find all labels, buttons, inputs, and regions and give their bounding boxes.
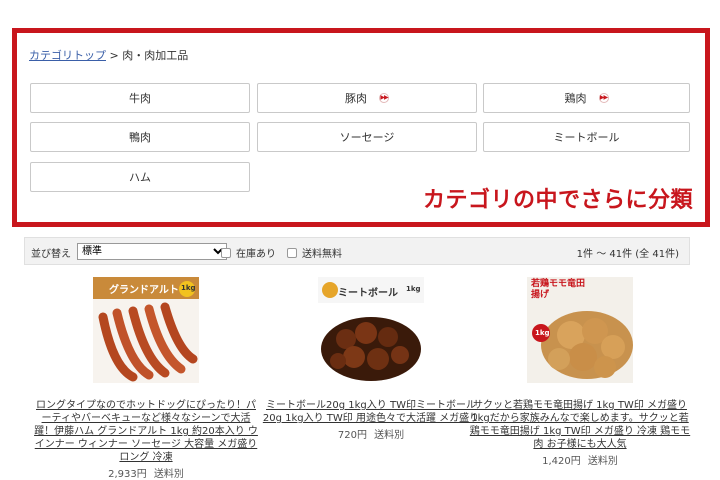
price-line: 1,420円 送料別: [464, 452, 696, 467]
product-card: 若鶏モモ竜田揚げ 1kg サクッと若鶏モモ竜田揚げ 1kg TW印 メガ盛り1k…: [464, 277, 696, 467]
category-label: 牛肉: [129, 92, 151, 105]
callout-annotation: カテゴリの中でさらに分類: [422, 188, 693, 213]
product-image-badge: 1kg: [535, 329, 550, 337]
product-image-karaage[interactable]: 若鶏モモ竜田揚げ 1kg: [527, 277, 633, 383]
category-label: ソーセージ: [339, 131, 395, 144]
free-shipping-checkbox[interactable]: 送料無料: [287, 245, 342, 260]
product-image-sausage[interactable]: グランドアルト 1kg: [93, 277, 199, 383]
product-image-badge: 1kg: [181, 284, 196, 292]
product-price: 1,420円: [542, 456, 581, 467]
product-title-link[interactable]: サクッと若鶏モモ竜田揚げ 1kg TW印 メガ盛り1kgだから家族みんなで楽しめ…: [464, 399, 696, 451]
free-shipping-label: 送料無料: [302, 249, 342, 260]
category-button-ham[interactable]: ハム: [30, 162, 250, 192]
breadcrumb-top-link[interactable]: カテゴリトップ: [29, 49, 106, 62]
product-image-meatball[interactable]: ミートボール 1kg: [318, 277, 424, 383]
product-image-label: ミートボール: [338, 288, 398, 299]
product-card: ミートボール 1kg ミートボール20g 1kg入り TW印ミートボール20g …: [255, 277, 487, 441]
category-button-pork[interactable]: 豚肉 ▶▶: [257, 83, 477, 113]
breadcrumb-separator: >: [109, 49, 119, 62]
expand-subcategory-icon[interactable]: ▶▶: [598, 93, 609, 103]
shipping-note: 送料別: [374, 430, 405, 441]
sort-filter-toolbar: 並び替え 標準 在庫あり 送料無料 1件 〜 41件 (全 41件): [24, 237, 690, 265]
shipping-note: 送料別: [153, 469, 184, 480]
product-image-label: グランドアルト: [109, 285, 179, 296]
breadcrumb-current: 肉・肉加工品: [122, 49, 189, 62]
expand-subcategory-icon[interactable]: ▶▶: [379, 93, 389, 103]
product-image-label: 若鶏モモ竜田揚げ: [531, 279, 586, 300]
product-image-badge: 1kg: [406, 285, 421, 293]
category-button-sausage[interactable]: ソーセージ: [257, 122, 477, 152]
product-title-link[interactable]: ミートボール20g 1kg入り TW印ミートボール20g 1kg入り TW印 用…: [255, 399, 487, 425]
category-button-beef[interactable]: 牛肉: [30, 83, 250, 113]
category-label: 鴨肉: [129, 131, 151, 144]
category-button-chicken[interactable]: 鶏肉 ▶▶: [483, 83, 690, 113]
checkbox-box[interactable]: [287, 247, 297, 258]
product-price: 720円: [337, 430, 367, 441]
shipping-note: 送料別: [587, 456, 618, 467]
breadcrumb: カテゴリトップ > 肉・肉加工品: [29, 47, 188, 63]
product-card: グランドアルト 1kg ロングタイプなのでホットドッグにぴったり！パーティやバー…: [30, 277, 262, 480]
category-label: ミートボール: [553, 131, 620, 144]
in-stock-checkbox[interactable]: 在庫あり: [221, 245, 276, 260]
price-line: 720円 送料別: [255, 426, 487, 441]
sort-select[interactable]: 標準: [77, 243, 227, 260]
product-title-link[interactable]: ロングタイプなのでホットドッグにぴったり！パーティやバーベキューなど様々なシーン…: [30, 399, 262, 464]
category-label: 鶏肉: [564, 92, 587, 105]
sort-label: 並び替え: [31, 249, 71, 260]
result-count: 1件 〜 41件 (全 41件): [576, 249, 679, 260]
price-line: 2,933円 送料別: [30, 465, 262, 480]
category-label: 豚肉: [345, 92, 367, 105]
category-label: ハム: [129, 171, 151, 184]
product-price: 2,933円: [108, 469, 147, 480]
in-stock-label: 在庫あり: [236, 249, 276, 260]
category-button-duck[interactable]: 鴨肉: [30, 122, 250, 152]
category-panel: カテゴリトップ > 肉・肉加工品 牛肉 豚肉 ▶▶ 鶏肉 ▶▶ 鴨肉 ソーセージ…: [12, 28, 710, 227]
category-button-meatball[interactable]: ミートボール: [483, 122, 690, 152]
checkbox-box[interactable]: [221, 247, 231, 258]
